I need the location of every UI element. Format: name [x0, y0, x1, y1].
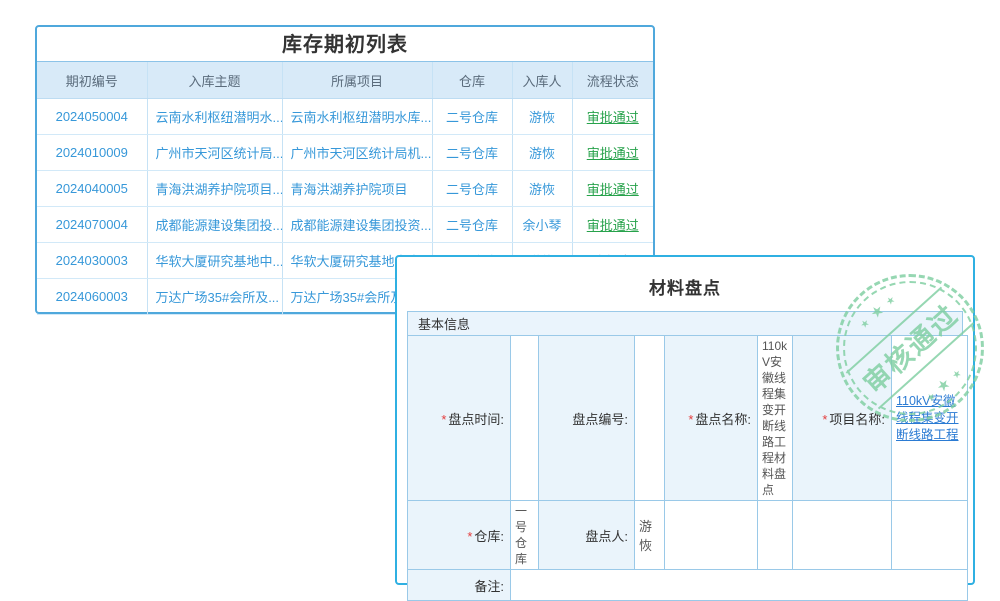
checker-label: 盘点人:	[539, 501, 635, 570]
row-subject-link[interactable]: 广州市天河区统计局...	[156, 146, 283, 161]
col-header-status: 流程状态	[572, 62, 653, 99]
row-person: 游恢	[512, 99, 572, 135]
row-person: 余小琴	[512, 207, 572, 243]
project-name-label: *项目名称:	[793, 336, 892, 501]
row-status-link[interactable]: 审批通过	[587, 146, 639, 161]
col-header-person: 入库人	[512, 62, 572, 99]
row-person: 游恢	[512, 135, 572, 171]
row-id-link[interactable]: 2024050004	[56, 109, 128, 124]
check-time-label: *盘点时间:	[408, 336, 511, 501]
required-asterisk-icon: *	[441, 412, 446, 427]
table-header-row: 期初编号 入库主题 所属项目 仓库 入库人 流程状态	[37, 62, 653, 99]
row-status-link[interactable]: 审批通过	[587, 182, 639, 197]
col-header-warehouse: 仓库	[432, 62, 512, 99]
section-header-basic-info: 基本信息	[407, 311, 963, 336]
col-header-subject: 入库主题	[147, 62, 282, 99]
row-warehouse: 二号仓库	[432, 171, 512, 207]
form-title: 材料盘点	[407, 274, 963, 298]
row-id-link[interactable]: 2024040005	[56, 181, 128, 196]
row-project-link[interactable]: 云南水利枢纽潜明水库...	[291, 110, 432, 125]
check-no-value	[635, 336, 665, 501]
empty-cell	[892, 501, 968, 570]
row-warehouse: 二号仓库	[432, 99, 512, 135]
warehouse-value: 一号仓库	[511, 501, 539, 570]
row-warehouse: 二号仓库	[432, 135, 512, 171]
form-row-remark: 备注:	[408, 570, 968, 601]
check-name-value: 110kV安徽线程集变开断线路工程材料盘点	[758, 336, 793, 501]
check-time-value	[511, 336, 539, 501]
empty-cell	[758, 501, 793, 570]
check-name-label: *盘点名称:	[665, 336, 758, 501]
table-row: 2024040005 青海洪湖养护院项目... 青海洪湖养护院项目 二号仓库 游…	[37, 171, 653, 207]
project-name-value: 110kV安徽线程集变开断线路工程	[892, 336, 968, 501]
row-id-link[interactable]: 2024060003	[56, 289, 128, 304]
col-header-id: 期初编号	[37, 62, 147, 99]
row-project-link[interactable]: 广州市天河区统计局机...	[291, 146, 432, 161]
required-asterisk-icon: *	[467, 529, 472, 544]
page-title: 库存期初列表	[37, 27, 653, 61]
row-id-link[interactable]: 2024010009	[56, 145, 128, 160]
check-no-label: 盘点编号:	[539, 336, 635, 501]
row-subject-link[interactable]: 华软大厦研究基地中...	[156, 254, 283, 269]
form-row-warehouse: *仓库: 一号仓库 盘点人: 游恢	[408, 501, 968, 570]
basic-info-form-table: *盘点时间: 盘点编号: *盘点名称: 110kV安徽线程集变开断线路工程材料盘…	[407, 335, 968, 601]
table-row: 2024010009 广州市天河区统计局... 广州市天河区统计局机... 二号…	[37, 135, 653, 171]
row-subject-link[interactable]: 青海洪湖养护院项目...	[156, 182, 283, 197]
table-row: 2024070004 成都能源建设集团投... 成都能源建设集团投资... 二号…	[37, 207, 653, 243]
row-status-link[interactable]: 审批通过	[587, 110, 639, 125]
row-project-link[interactable]: 青海洪湖养护院项目	[291, 182, 408, 197]
row-id-link[interactable]: 2024070004	[56, 217, 128, 232]
remark-value	[511, 570, 968, 601]
material-check-panel: 材料盘点 基本信息 *盘点时间: 盘点编号: *盘点名称: 110kV安徽线程集…	[395, 255, 975, 585]
row-person: 游恢	[512, 171, 572, 207]
checker-value: 游恢	[635, 501, 665, 570]
col-header-project: 所属项目	[282, 62, 432, 99]
form-row-main: *盘点时间: 盘点编号: *盘点名称: 110kV安徽线程集变开断线路工程材料盘…	[408, 336, 968, 501]
row-subject-link[interactable]: 万达广场35#会所及...	[156, 290, 280, 305]
row-subject-link[interactable]: 云南水利枢纽潜明水...	[156, 110, 283, 125]
row-warehouse: 二号仓库	[432, 207, 512, 243]
table-row: 2024050004 云南水利枢纽潜明水... 云南水利枢纽潜明水库... 二号…	[37, 99, 653, 135]
row-subject-link[interactable]: 成都能源建设集团投...	[156, 218, 283, 233]
required-asterisk-icon: *	[688, 412, 693, 427]
row-status-link[interactable]: 审批通过	[587, 218, 639, 233]
remark-label: 备注:	[408, 570, 511, 601]
empty-cell	[793, 501, 892, 570]
project-link[interactable]: 110kV安徽线程集变开断线路工程	[896, 394, 959, 442]
empty-cell	[665, 501, 758, 570]
warehouse-label: *仓库:	[408, 501, 511, 570]
row-id-link[interactable]: 2024030003	[56, 253, 128, 268]
required-asterisk-icon: *	[822, 412, 827, 427]
row-project-link[interactable]: 成都能源建设集团投资...	[291, 218, 432, 233]
